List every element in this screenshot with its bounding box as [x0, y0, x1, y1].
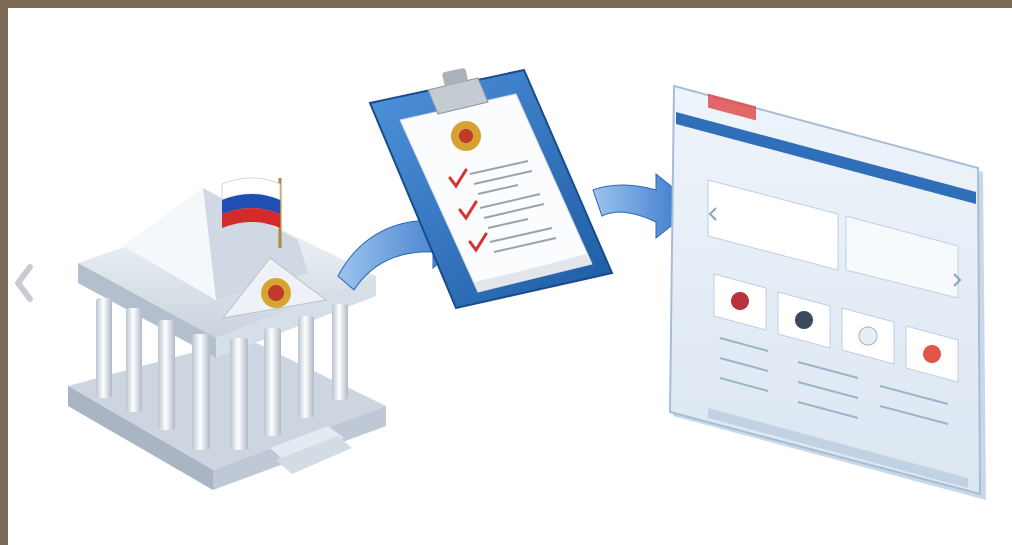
process-illustration [68, 68, 986, 500]
website-screen-icon [668, 84, 986, 500]
illustration-stage [8, 8, 1012, 545]
russian-flag-icon [221, 177, 281, 228]
clipboard-document-icon [368, 68, 614, 310]
government-building-icon [68, 177, 386, 490]
